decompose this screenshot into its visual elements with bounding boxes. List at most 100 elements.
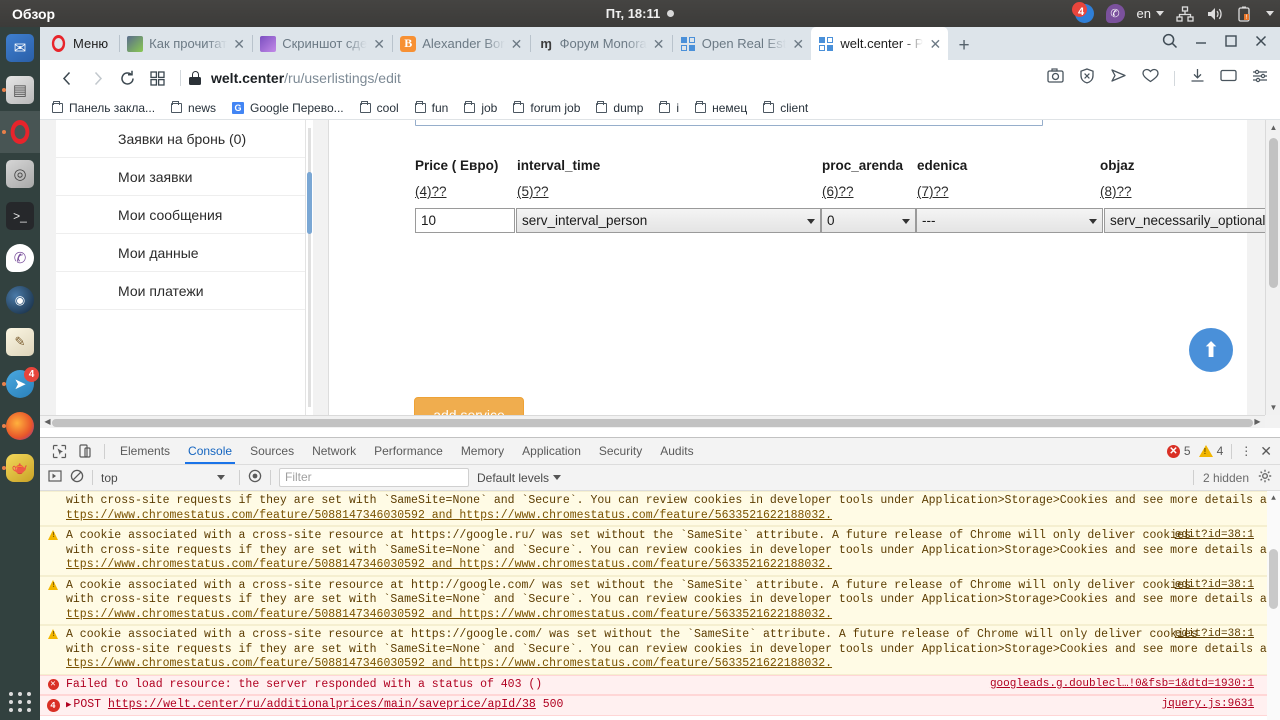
sidebar-item-my-data[interactable]: Мои данные <box>56 234 305 272</box>
dock-item-viber[interactable]: ✆ <box>0 237 40 279</box>
tab-0[interactable]: Как прочитат ✕ <box>120 27 252 60</box>
expand-triangle-icon[interactable]: ▶ <box>66 700 71 710</box>
bookmark-6[interactable]: forum job <box>513 101 580 115</box>
adblock-icon[interactable] <box>1079 68 1095 89</box>
request-url[interactable]: https://welt.center/ru/additionalprices/… <box>108 698 536 711</box>
message-source-link[interactable]: googleads.g.doublecl…!0&fsb=1&dtd=1930:1 <box>990 678 1254 690</box>
scrollbar-thumb[interactable] <box>307 172 312 234</box>
message-source-link[interactable]: edit?id=38:1 <box>1175 628 1254 640</box>
bookmark-4[interactable]: fun <box>415 101 449 115</box>
warning-count-badge[interactable]: 4 <box>1199 444 1224 458</box>
heart-icon[interactable] <box>1142 68 1159 88</box>
console-scrollbar[interactable]: ▲ <box>1267 491 1280 720</box>
inspect-icon[interactable] <box>46 438 72 464</box>
console-message-list[interactable]: with cross-site requests if they are set… <box>40 491 1280 720</box>
message-line-2[interactable]: ttps://www.chromestatus.com/feature/5088… <box>66 657 832 670</box>
bookmark-7[interactable]: dump <box>596 101 643 115</box>
tab-5-active[interactable]: welt.center - P ✕ <box>811 27 948 60</box>
settings-gear-icon[interactable] <box>1258 469 1272 486</box>
bookmark-5[interactable]: job <box>464 101 497 115</box>
tab-audits[interactable]: Audits <box>651 438 702 464</box>
sidebar-icon[interactable] <box>1220 69 1237 87</box>
minimize-icon[interactable] <box>1194 34 1208 53</box>
easy-setup-icon[interactable] <box>1252 69 1268 88</box>
tab-console[interactable]: Console <box>179 438 241 464</box>
message-source-link[interactable]: edit?id=38:1 <box>1175 529 1254 541</box>
scroll-left-icon[interactable]: ◀ <box>40 415 55 428</box>
dock-item-notes[interactable]: ✎ <box>0 321 40 363</box>
scroll-up-icon[interactable]: ▲ <box>1266 120 1280 135</box>
tab-2[interactable]: B Alexander Bor ✕ <box>393 27 529 60</box>
live-expression-icon[interactable] <box>248 469 262 486</box>
objaz-select[interactable]: serv_necessarily_optional <box>1104 208 1280 233</box>
console-filter-input[interactable]: Filter <box>279 468 469 487</box>
sidebar-item-my-requests[interactable]: Мои заявки <box>56 158 305 196</box>
language-indicator[interactable]: en <box>1137 6 1164 21</box>
message-line-2[interactable]: ttps://www.chromestatus.com/feature/5088… <box>66 558 832 571</box>
reload-icon[interactable] <box>112 63 142 93</box>
execute-icon[interactable] <box>48 469 62 486</box>
sidebar-item-my-messages[interactable]: Мои сообщения <box>56 196 305 234</box>
bookmark-0[interactable]: Панель закла... <box>52 101 155 115</box>
console-post-message[interactable]: 4 ▶POST https://welt.center/ru/additiona… <box>40 695 1280 716</box>
network-icon[interactable] <box>1176 6 1194 22</box>
show-applications-button[interactable] <box>0 692 40 712</box>
dock-item-firefox[interactable] <box>0 405 40 447</box>
bookmark-1[interactable]: news <box>171 101 216 115</box>
tab-close-icon[interactable]: ✕ <box>233 37 245 51</box>
address-bar[interactable]: welt.center/ru/userlistings/edit <box>211 70 401 86</box>
col-sub-interval-time[interactable]: (5)?? <box>517 184 549 199</box>
search-icon[interactable] <box>1162 33 1178 54</box>
col-sub-objaz[interactable]: (8)?? <box>1100 184 1132 199</box>
tab-security[interactable]: Security <box>590 438 651 464</box>
new-tab-button[interactable]: + <box>948 35 979 60</box>
battery-warning-icon[interactable]: ! <box>1236 6 1254 22</box>
bookmark-8[interactable]: i <box>659 101 679 115</box>
edenica-select[interactable]: --- <box>916 208 1103 233</box>
page-horizontal-scrollbar[interactable]: ◀ ▶ <box>40 415 1265 428</box>
viber-tray-icon[interactable]: ✆ <box>1106 4 1125 23</box>
more-options-icon[interactable]: ⋮ <box>1240 444 1252 458</box>
console-message-0[interactable]: with cross-site requests if they are set… <box>40 491 1280 526</box>
console-message-2[interactable]: A cookie associated with a cross-site re… <box>40 576 1280 626</box>
message-source-link[interactable]: edit?id=38:1 <box>1175 579 1254 591</box>
dock-item-opera[interactable] <box>0 111 40 153</box>
tab-close-icon[interactable]: ✕ <box>373 37 385 51</box>
tab-elements[interactable]: Elements <box>111 438 179 464</box>
scroll-to-top-icon[interactable]: ⬆ <box>1189 328 1233 372</box>
device-toolbar-icon[interactable] <box>72 438 98 464</box>
sidebar-item-booking-requests[interactable]: Заявки на бронь (0) <box>56 120 305 158</box>
price-input[interactable]: 10 <box>415 208 515 233</box>
dock-item-steam[interactable]: ◉ <box>0 279 40 321</box>
scroll-up-icon[interactable]: ▲ <box>1267 491 1280 505</box>
description-textarea[interactable] <box>415 120 1043 126</box>
col-sub-edenica[interactable]: (7)?? <box>917 184 949 199</box>
console-message-1[interactable]: A cookie associated with a cross-site re… <box>40 526 1280 576</box>
execution-context-select[interactable]: top <box>101 471 231 485</box>
log-levels-select[interactable]: Default levels <box>477 471 561 485</box>
back-icon[interactable] <box>52 63 82 93</box>
tab-close-icon[interactable]: ✕ <box>653 37 665 51</box>
page-vertical-scrollbar[interactable]: ▲ ▼ <box>1265 120 1280 415</box>
tab-application[interactable]: Application <box>513 438 590 464</box>
dock-item-files[interactable]: ▤ <box>0 69 40 111</box>
col-sub-price[interactable]: (4)?? <box>415 184 447 199</box>
mail-tray-icon[interactable]: 4 <box>1075 4 1094 23</box>
lock-icon[interactable] <box>189 71 201 85</box>
tab-1[interactable]: Скриншот сде ✕ <box>253 27 392 60</box>
tab-performance[interactable]: Performance <box>365 438 452 464</box>
bookmark-3[interactable]: cool <box>360 101 399 115</box>
tab-close-icon[interactable]: ✕ <box>929 37 941 51</box>
send-icon[interactable] <box>1110 68 1127 88</box>
error-count-badge[interactable]: ✕ 5 <box>1167 444 1191 458</box>
dock-item-terminal[interactable]: >_ <box>0 195 40 237</box>
tab-4[interactable]: Open Real Est ✕ <box>673 27 812 60</box>
scroll-right-icon[interactable]: ▶ <box>1250 415 1265 428</box>
console-scrollbar-thumb[interactable] <box>1269 549 1278 609</box>
sidebar-item-my-payments[interactable]: Мои платежи <box>56 272 305 310</box>
scroll-down-icon[interactable]: ▼ <box>1266 400 1280 415</box>
tab-sources[interactable]: Sources <box>241 438 303 464</box>
dock-item-telegram[interactable]: ➤4 <box>0 363 40 405</box>
clear-console-icon[interactable] <box>70 469 84 486</box>
opera-menu-button[interactable]: Меню <box>44 27 119 60</box>
